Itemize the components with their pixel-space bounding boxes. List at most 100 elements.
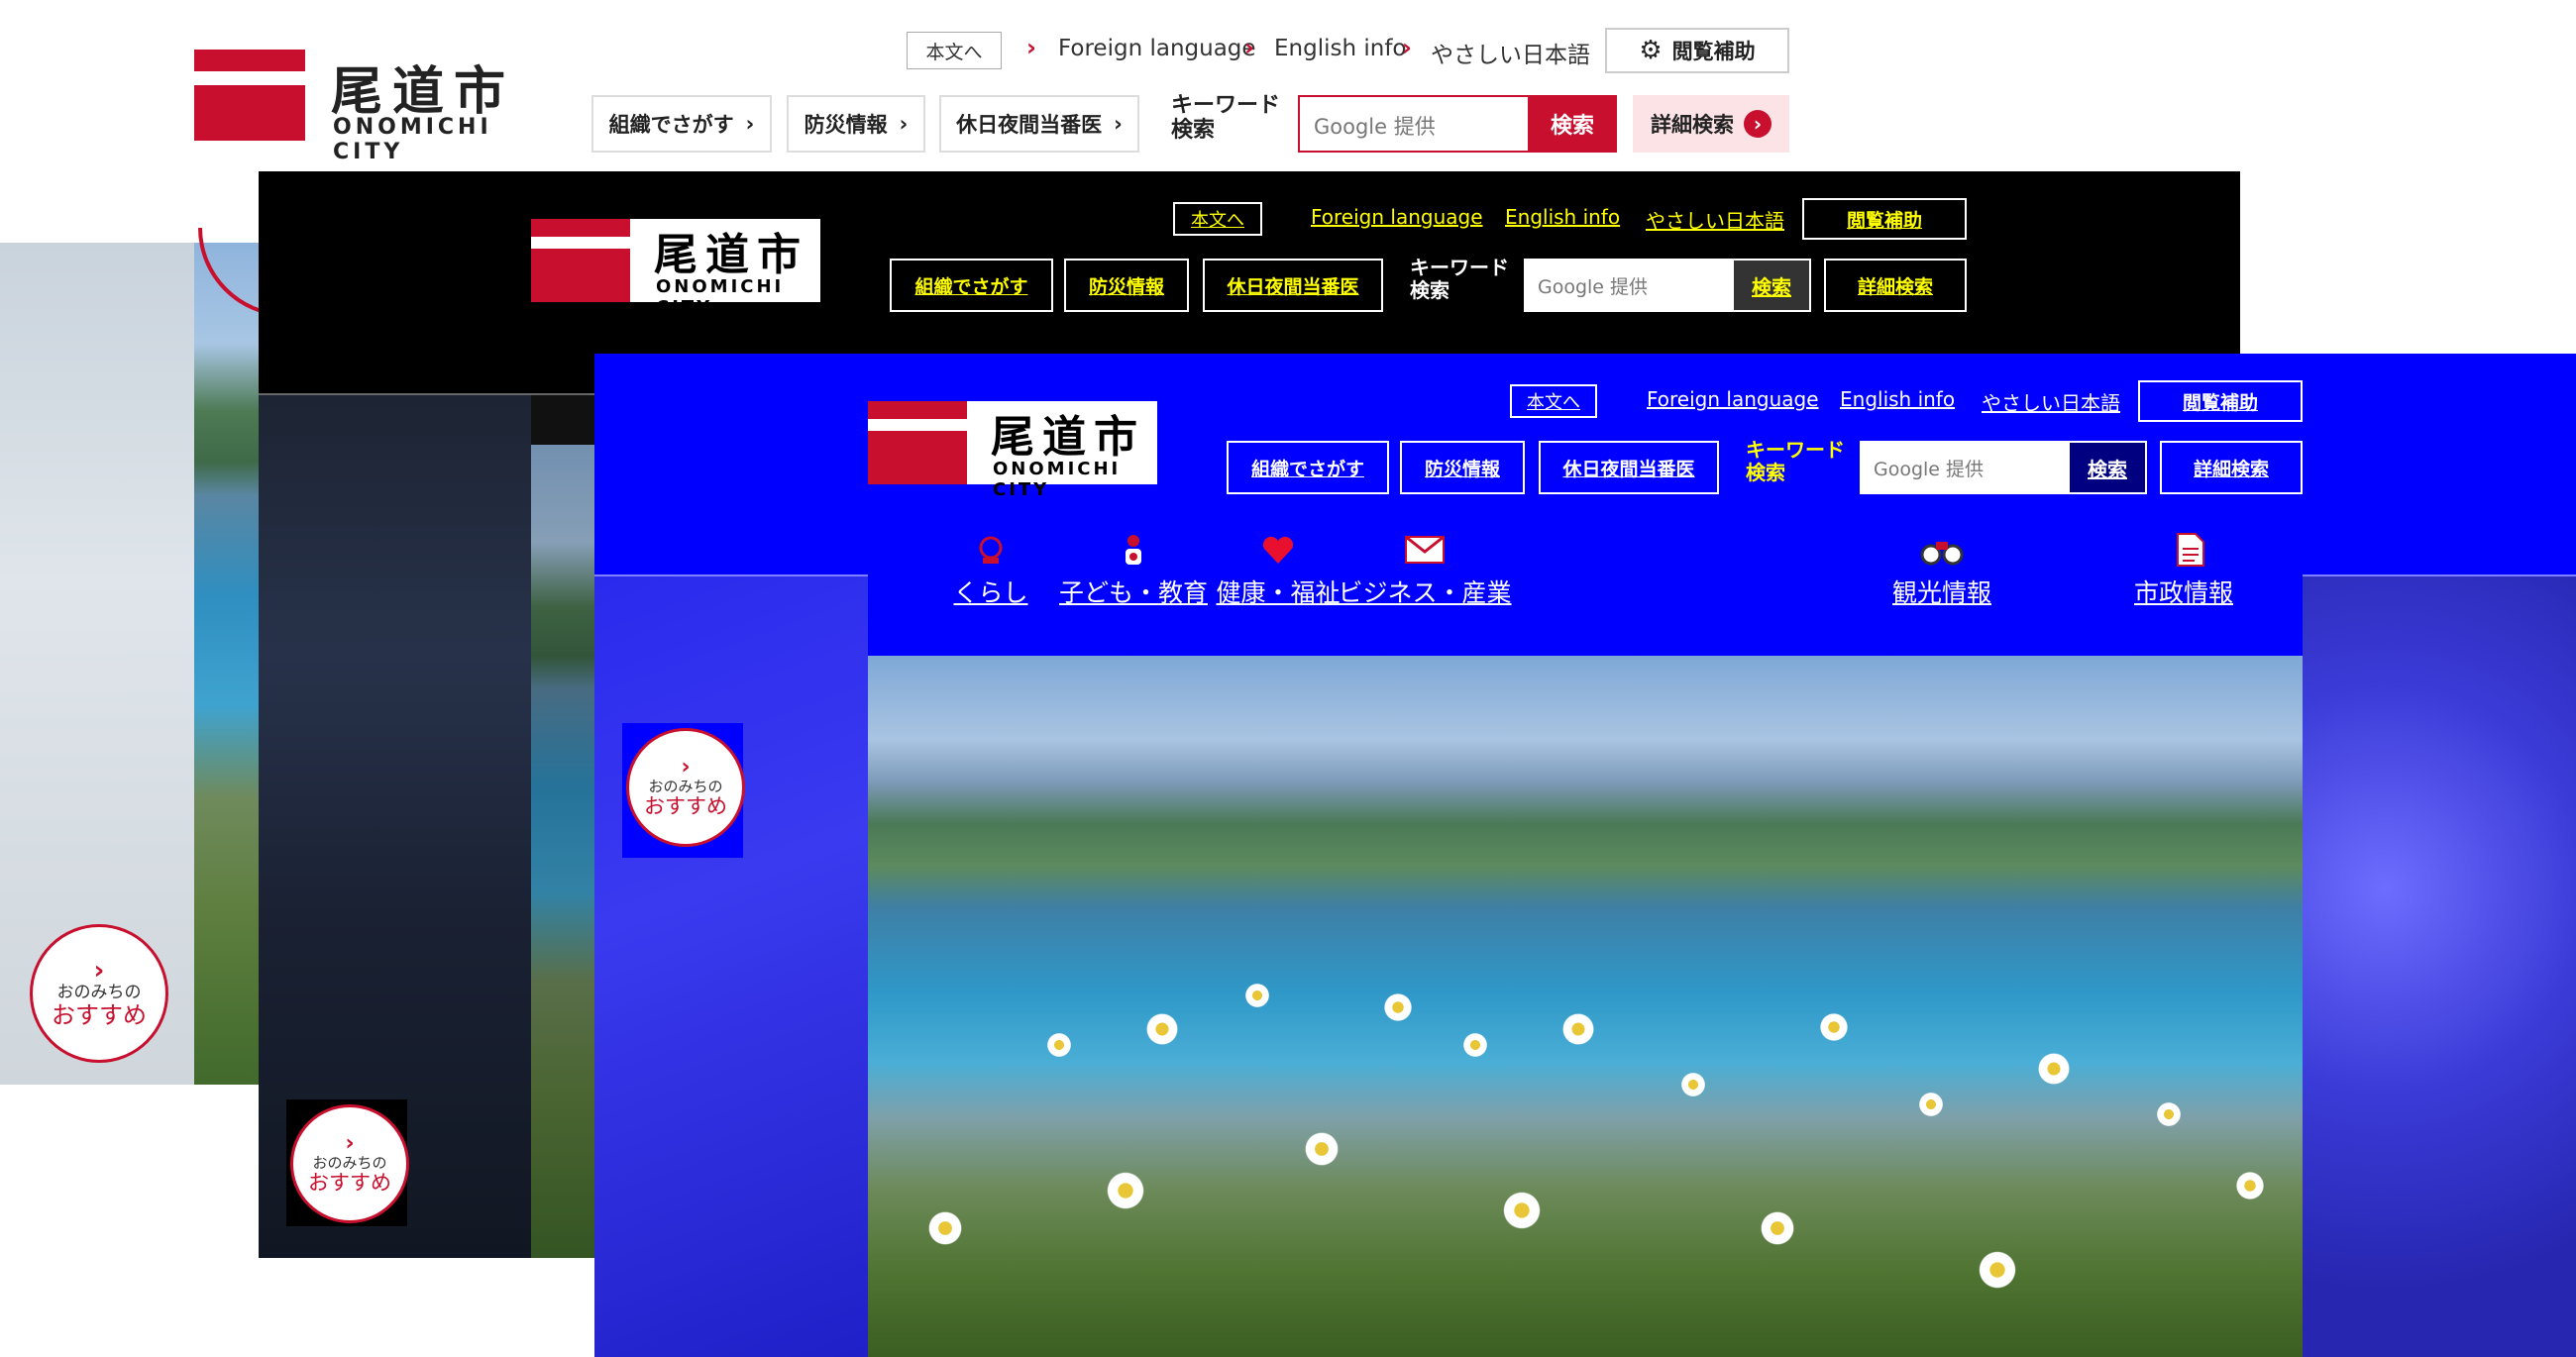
mail-icon	[1405, 536, 1445, 564]
quick-button-holiday-doctor[interactable]: 休日夜間当番医	[1203, 259, 1383, 312]
chevron-right-icon: ›	[1114, 112, 1123, 136]
skip-to-content-link[interactable]: 本文へ	[1510, 384, 1597, 418]
heart-icon	[1262, 536, 1294, 564]
foreign-language-link[interactable]: Foreign language	[1311, 205, 1483, 229]
assist-button[interactable]: 閲覧補助	[1802, 198, 1967, 240]
recommend-button[interactable]: › おのみちの おすすめ	[30, 924, 168, 1063]
flower-decoration	[1760, 1210, 1795, 1246]
assist-button[interactable]: ⚙ 閲覧補助	[1605, 28, 1789, 73]
document-icon	[2177, 533, 2204, 567]
quick-button-holiday-doctor[interactable]: 休日夜間当番医	[1539, 441, 1719, 494]
advanced-search-button[interactable]: 詳細検索	[2160, 441, 2303, 494]
search-button[interactable]: 検索	[1732, 259, 1811, 312]
flower-decoration	[1918, 1092, 1944, 1117]
flower-decoration	[927, 1210, 963, 1246]
flower-decoration	[1244, 983, 1270, 1008]
foreign-language-link[interactable]: Foreign language	[1058, 36, 1256, 61]
advanced-search-label: 詳細検索	[1651, 113, 1734, 137]
flower-decoration	[2235, 1171, 2265, 1200]
quick-button-label: 組織でさがす	[608, 113, 734, 137]
keyword-search-label: キーワード 検索	[1746, 438, 1845, 484]
logo-roman: ONOMICHI CITY	[656, 276, 785, 318]
search-input[interactable]: Google 提供	[1298, 95, 1530, 153]
easy-japanese-link[interactable]: やさしい日本語	[1431, 36, 1590, 69]
flower-decoration	[1106, 1171, 1145, 1210]
assist-button[interactable]: 閲覧補助	[2138, 380, 2303, 422]
quick-button-label: 休日夜間当番医	[956, 113, 1103, 137]
quick-button-organization[interactable]: 組織でさがす ›	[591, 95, 772, 153]
hero-right-tinted	[2303, 576, 2576, 1357]
flower-decoration	[1046, 1032, 1072, 1058]
nav-item-tourism[interactable]: 観光情報	[1853, 574, 2031, 609]
nav-item-business-industry[interactable]: ビジネス・産業	[1316, 574, 1534, 609]
quick-button-disaster[interactable]: 防災情報	[1400, 441, 1525, 494]
chevron-right-icon: ›	[745, 112, 755, 136]
logo-kanji: 尾道市	[331, 62, 516, 122]
skip-to-content-link[interactable]: 本文へ	[907, 32, 1002, 69]
hero-left-tinted	[594, 576, 868, 1357]
easy-japanese-link[interactable]: やさしい日本語	[1646, 205, 1784, 234]
chevron-right-icon: ›	[345, 1131, 355, 1157]
foreign-language-link[interactable]: Foreign language	[1647, 387, 1819, 411]
chevron-right-icon: ›	[93, 956, 105, 987]
life-icon	[979, 536, 1003, 564]
recommend-small: おのみちの	[648, 778, 723, 796]
logo-flag-icon	[868, 401, 967, 484]
flower-decoration	[1383, 992, 1413, 1022]
advanced-search-button[interactable]: 詳細検索 ›	[1633, 95, 1789, 153]
easy-japanese-link[interactable]: やさしい日本語	[1982, 387, 2120, 416]
keyword-search-label: キーワード 検索	[1171, 93, 1281, 144]
quick-button-disaster[interactable]: 防災情報	[1064, 259, 1189, 312]
search-button[interactable]: 検索	[1528, 95, 1617, 153]
quick-button-organization[interactable]: 組織でさがす	[1227, 441, 1389, 494]
logo-roman: ONOMICHI CITY	[993, 459, 1122, 500]
flower-decoration	[2156, 1101, 2182, 1127]
quick-button-label: 防災情報	[804, 113, 888, 137]
chevron-right-icon: ›	[681, 755, 691, 781]
recommend-button[interactable]: › おのみちの おすすめ	[290, 1104, 409, 1223]
nav-item-city-government[interactable]: 市政情報	[2094, 574, 2273, 609]
binoculars-icon	[1920, 542, 1964, 566]
flower-decoration	[1978, 1250, 2017, 1290]
recommend-small: おのみちの	[56, 983, 142, 1003]
recommend-big: おすすめ	[644, 793, 727, 818]
site-logo[interactable]: 尾道市 ONOMICHI CITY	[194, 50, 531, 164]
logo-flag-icon	[531, 219, 630, 302]
search-placeholder: Google 提供	[1314, 115, 1436, 139]
recommend-big: おすすめ	[308, 1170, 391, 1195]
quick-button-holiday-doctor[interactable]: 休日夜間当番医 ›	[939, 95, 1139, 153]
english-info-link[interactable]: English info	[1505, 205, 1620, 229]
search-input[interactable]: Google 提供	[1860, 441, 2068, 494]
site-logo[interactable]: 尾道市 ONOMICHI CITY	[868, 401, 1157, 500]
recommend-big: おすすめ	[52, 1001, 147, 1030]
chevron-right-icon: ›	[899, 112, 909, 136]
search-input[interactable]: Google 提供	[1524, 259, 1732, 312]
logo-flag-icon	[194, 50, 305, 141]
flower-decoration	[1680, 1072, 1706, 1097]
chevron-right-icon: ›	[1244, 34, 1254, 61]
flower-decoration	[2037, 1052, 2071, 1086]
english-info-link[interactable]: English info	[1274, 36, 1407, 61]
child-icon	[1126, 535, 1141, 565]
quick-button-organization[interactable]: 組織でさがす	[890, 259, 1053, 312]
logo-kanji: 尾道市	[654, 230, 808, 280]
flower-decoration	[1145, 1012, 1179, 1046]
hero-photo	[868, 656, 2303, 1357]
recommend-button[interactable]: › おのみちの おすすめ	[626, 728, 745, 847]
quick-button-disaster[interactable]: 防災情報 ›	[787, 95, 925, 153]
keyword-search-label: キーワード 検索	[1410, 256, 1509, 302]
site-logo[interactable]: 尾道市 ONOMICHI CITY	[531, 219, 820, 318]
chevron-right-icon: ›	[1026, 34, 1036, 61]
recommend-small: おのみちの	[312, 1154, 387, 1173]
flower-decoration	[1502, 1191, 1542, 1230]
assist-label: 閲覧補助	[1671, 40, 1756, 63]
english-info-link[interactable]: English info	[1840, 387, 1955, 411]
search-placeholder: Google 提供	[1874, 459, 1985, 480]
advanced-search-button[interactable]: 詳細検索	[1824, 259, 1967, 312]
flower-decoration	[1819, 1012, 1849, 1042]
search-button[interactable]: 検索	[2068, 441, 2147, 494]
logo-kanji: 尾道市	[991, 412, 1145, 463]
chevron-right-icon: ›	[1402, 34, 1412, 61]
arrow-circle-icon: ›	[1744, 110, 1771, 138]
skip-to-content-link[interactable]: 本文へ	[1173, 202, 1262, 236]
